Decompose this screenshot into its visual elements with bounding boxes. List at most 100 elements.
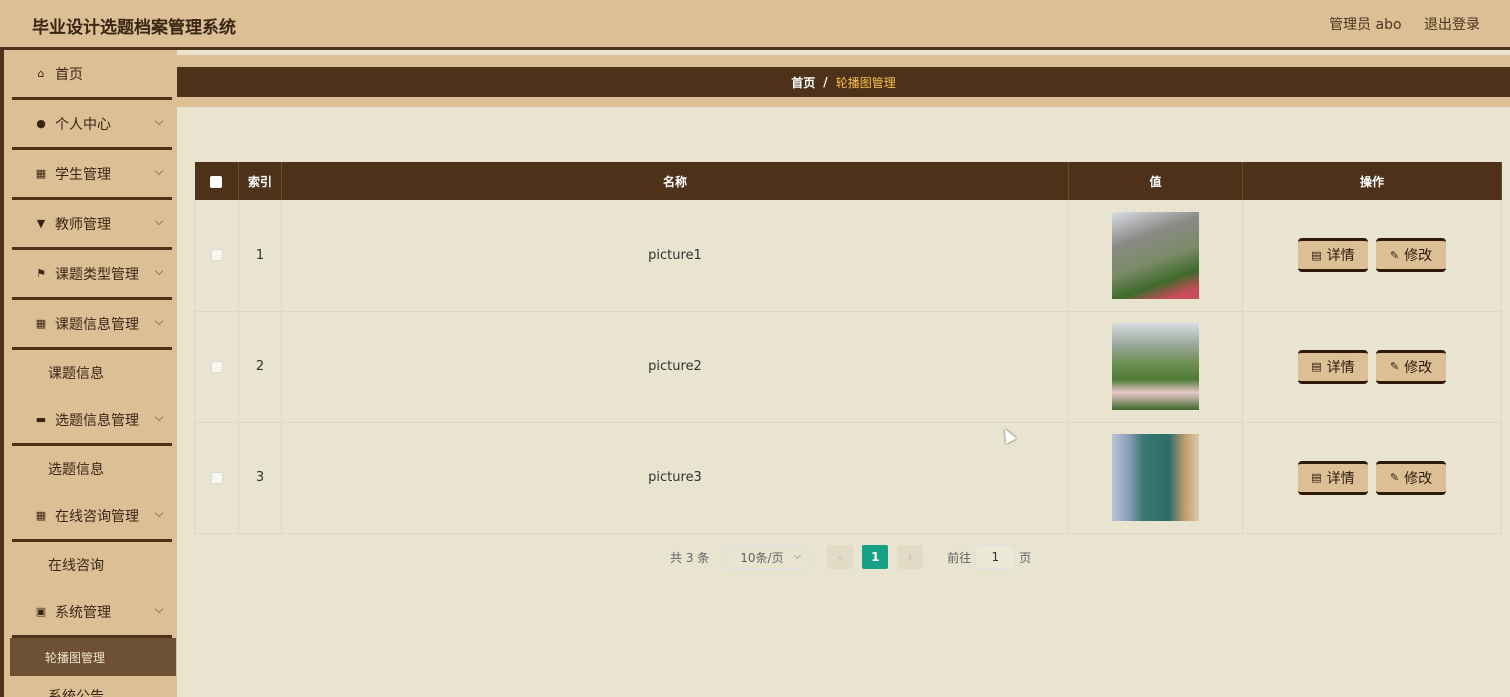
detail-button[interactable]: ▤ 详情 bbox=[1297, 349, 1368, 384]
edit-button-label: 修改 bbox=[1404, 359, 1433, 376]
pencil-icon: ✎ bbox=[1389, 248, 1400, 262]
row-name: picture2 bbox=[281, 311, 1069, 423]
row-index: 2 bbox=[238, 311, 282, 423]
carousel-table: 索引 名称 值 操作 1 picture1 ▤ 详情 ✎ 修改 2 picture2 bbox=[194, 162, 1502, 534]
row-checkbox[interactable] bbox=[210, 360, 223, 373]
row-checkbox[interactable] bbox=[210, 471, 223, 484]
breadcrumb-home[interactable]: 首页 bbox=[791, 74, 815, 91]
table-row: 3 picture3 ▤ 详情 ✎ 修改 bbox=[194, 422, 1502, 534]
edit-button-label: 修改 bbox=[1404, 248, 1433, 265]
detail-button-label: 详情 bbox=[1326, 470, 1355, 487]
logout-link[interactable]: 退出登录 bbox=[1424, 17, 1480, 33]
page-size-select[interactable]: 10条/页 bbox=[723, 545, 810, 569]
flag-icon: ⚑ bbox=[36, 267, 46, 280]
table-row: 1 picture1 ▤ 详情 ✎ 修改 bbox=[194, 200, 1502, 312]
sidebar-item-topic-info-management[interactable]: ▦ 课题信息管理 bbox=[12, 300, 172, 350]
home-icon: ⌂ bbox=[37, 67, 45, 80]
sidebar-item-personal-center[interactable]: ● 个人中心 bbox=[12, 100, 172, 150]
goto-prefix: 前往 bbox=[947, 550, 972, 565]
edit-button-label: 修改 bbox=[1404, 470, 1433, 487]
sidebar-item-label: 课题信息管理 bbox=[55, 316, 139, 333]
sidebar-subitem-announcement[interactable]: 系统公告 bbox=[12, 676, 172, 697]
sidebar-item-selection-management[interactable]: ▬ 选题信息管理 bbox=[12, 396, 172, 446]
document-icon: ▤ bbox=[1311, 360, 1322, 373]
sidebar-item-label: 教师管理 bbox=[55, 216, 111, 233]
sidebar-item-home[interactable]: ⌂ 首页 bbox=[12, 50, 172, 100]
breadcrumb: 首页 / 轮播图管理 bbox=[177, 67, 1510, 97]
teacher-icon: ▼ bbox=[36, 217, 46, 230]
sidebar-subitem-consult[interactable]: 在线咨询 bbox=[12, 542, 172, 588]
prev-page-button[interactable]: ‹ bbox=[827, 545, 854, 569]
page-size-value: 10条/页 bbox=[740, 550, 784, 565]
sidebar-item-student-management[interactable]: ▦ 学生管理 bbox=[12, 150, 172, 200]
column-header-name: 名称 bbox=[281, 162, 1069, 200]
sidebar-item-system-management[interactable]: ▣ 系统管理 bbox=[12, 588, 172, 638]
select-all-checkbox[interactable] bbox=[210, 175, 223, 188]
chevron-down-icon bbox=[154, 412, 164, 422]
detail-button[interactable]: ▤ 详情 bbox=[1297, 238, 1368, 273]
table-header-row: 索引 名称 值 操作 bbox=[194, 162, 1502, 200]
detail-button[interactable]: ▤ 详情 bbox=[1297, 460, 1368, 495]
document-icon: ▤ bbox=[1311, 248, 1322, 262]
chevron-down-icon bbox=[154, 216, 164, 226]
sidebar: ⌂ 首页 ● 个人中心 ▦ 学生管理 ▼ 教师管理 ⚑ 课题类型管理 ▦ 课题信… bbox=[0, 50, 177, 697]
table-row: 2 picture2 ▤ 详情 ✎ 修改 bbox=[194, 311, 1502, 423]
admin-user-label[interactable]: 管理员 abo bbox=[1329, 17, 1401, 33]
sidebar-item-label: 首页 bbox=[55, 66, 83, 83]
chevron-down-icon bbox=[154, 116, 164, 126]
sidebar-item-label: 选题信息管理 bbox=[55, 412, 139, 429]
pencil-icon: ✎ bbox=[1389, 471, 1400, 484]
breadcrumb-separator: / bbox=[823, 75, 828, 89]
chevron-down-icon bbox=[154, 266, 164, 276]
briefcase-icon: ▬ bbox=[35, 413, 47, 426]
column-header-index: 索引 bbox=[238, 162, 282, 200]
sidebar-item-consult-management[interactable]: ▦ 在线咨询管理 bbox=[12, 492, 172, 542]
sidebar-item-label: 学生管理 bbox=[55, 166, 111, 183]
sidebar-subitem-carousel[interactable]: 轮播图管理 bbox=[10, 638, 176, 676]
sidebar-subitem-topic-info[interactable]: 课题信息 bbox=[12, 350, 172, 396]
user-icon: ● bbox=[36, 117, 46, 130]
chevron-down-icon bbox=[154, 316, 164, 326]
pencil-icon: ✎ bbox=[1389, 360, 1400, 373]
pagination: 共 3 条 10条/页 ‹ 1 › 前往 1 页 bbox=[670, 545, 1031, 569]
app-title: 毕业设计选题档案管理系统 bbox=[32, 18, 236, 38]
document-icon: ▤ bbox=[1311, 471, 1322, 484]
column-header-value: 值 bbox=[1068, 162, 1243, 200]
row-name: picture1 bbox=[281, 200, 1069, 312]
row-name: picture3 bbox=[281, 422, 1069, 534]
grid-icon: ▦ bbox=[35, 167, 47, 180]
sidebar-item-label: 系统管理 bbox=[55, 604, 111, 621]
breadcrumb-current: 轮播图管理 bbox=[835, 75, 896, 90]
edit-button[interactable]: ✎ 修改 bbox=[1376, 238, 1447, 273]
chevron-down-icon bbox=[154, 604, 164, 614]
sidebar-item-teacher-management[interactable]: ▼ 教师管理 bbox=[12, 200, 172, 250]
pagination-total: 共 3 条 bbox=[670, 550, 710, 565]
carousel-image-thumbnail bbox=[1112, 434, 1199, 521]
row-checkbox[interactable] bbox=[210, 249, 223, 262]
select-all-cell bbox=[194, 162, 239, 200]
sidebar-item-topic-type-management[interactable]: ⚑ 课题类型管理 bbox=[12, 250, 172, 300]
top-header: 毕业设计选题档案管理系统 管理员 abo 退出登录 bbox=[0, 0, 1510, 50]
chevron-down-icon bbox=[794, 551, 802, 560]
grid-icon: ▦ bbox=[35, 317, 47, 330]
next-page-button[interactable]: › bbox=[897, 545, 924, 569]
row-index: 1 bbox=[238, 200, 282, 312]
goto-suffix: 页 bbox=[1019, 550, 1032, 565]
column-header-actions: 操作 bbox=[1242, 162, 1502, 200]
chevron-down-icon bbox=[154, 166, 164, 176]
sidebar-item-label: 在线咨询管理 bbox=[55, 508, 139, 525]
chevron-down-icon bbox=[154, 508, 164, 518]
sidebar-item-label: 个人中心 bbox=[55, 116, 111, 133]
clipboard-icon: ▣ bbox=[35, 605, 47, 618]
header-user-area: 管理员 abo 退出登录 bbox=[1311, 14, 1480, 34]
page-number-current[interactable]: 1 bbox=[862, 545, 889, 569]
edit-button[interactable]: ✎ 修改 bbox=[1376, 460, 1447, 495]
sidebar-item-label: 课题类型管理 bbox=[55, 266, 139, 283]
detail-button-label: 详情 bbox=[1326, 248, 1355, 265]
carousel-image-thumbnail bbox=[1112, 211, 1199, 299]
edit-button[interactable]: ✎ 修改 bbox=[1376, 349, 1447, 384]
detail-button-label: 详情 bbox=[1326, 359, 1355, 376]
carousel-image-thumbnail bbox=[1112, 323, 1199, 410]
goto-page-input[interactable]: 1 bbox=[975, 545, 1016, 569]
sidebar-subitem-selection-info[interactable]: 选题信息 bbox=[12, 446, 172, 492]
